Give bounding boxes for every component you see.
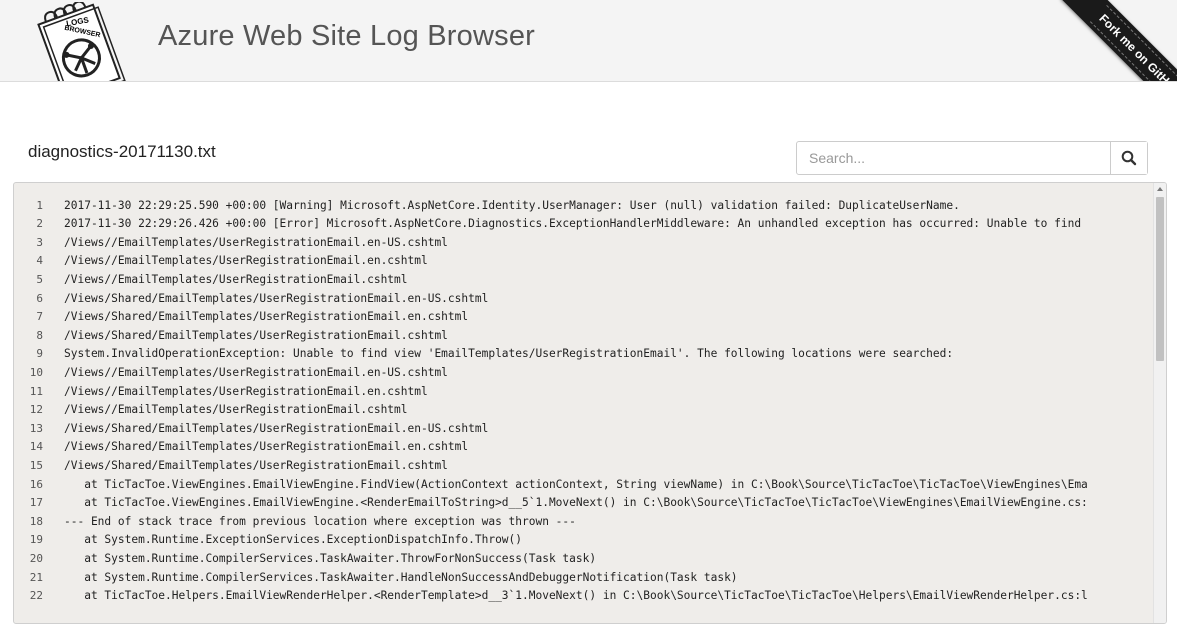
line-number: 11 xyxy=(29,384,43,398)
log-line: at System.Runtime.CompilerServices.TaskA… xyxy=(64,551,597,565)
github-ribbon: Fork me on GitHub xyxy=(1047,0,1177,81)
line-number: 7 xyxy=(36,310,43,324)
log-line: /Views//EmailTemplates/UserRegistrationE… xyxy=(64,272,408,286)
scrollbar-thumb[interactable] xyxy=(1156,197,1164,361)
line-number: 14 xyxy=(29,440,43,454)
log-line: 2017-11-30 22:29:26.426 +00:00 [Error] M… xyxy=(64,217,1082,231)
logs-browser-logo[interactable]: LOGS BROWSER xyxy=(26,2,134,82)
log-line: /Views/Shared/EmailTemplates/UserRegistr… xyxy=(64,421,489,435)
log-line: at TicTacToe.ViewEngines.EmailViewEngine… xyxy=(64,477,1088,491)
line-number: 4 xyxy=(36,254,43,268)
log-viewer[interactable]: 1 2 3 4 5 6 7 8 9 10 11 12 13 14 15 16 17 18 19 20 21 22 2017… xyxy=(13,182,1167,624)
log-line: /Views/Shared/EmailTemplates/UserRegistr… xyxy=(64,291,489,305)
search-group xyxy=(796,141,1148,175)
line-number: 18 xyxy=(29,514,43,528)
app-title: Azure Web Site Log Browser xyxy=(158,20,536,52)
fork-on-github-link[interactable]: Fork me on GitHub xyxy=(1060,0,1177,81)
log-line: System.InvalidOperationException: Unable… xyxy=(64,347,954,361)
log-line: /Views//EmailTemplates/UserRegistrationE… xyxy=(64,254,428,268)
line-number: 5 xyxy=(36,272,43,286)
log-line: /Views/Shared/EmailTemplates/UserRegistr… xyxy=(64,440,469,454)
fork-ribbon-label: Fork me on GitHub xyxy=(1089,4,1177,81)
log-line: --- End of stack trace from previous loc… xyxy=(64,514,576,528)
line-number: 10 xyxy=(29,365,43,379)
log-line: at System.Runtime.ExceptionServices.Exce… xyxy=(64,533,523,547)
log-line: /Views//EmailTemplates/UserRegistrationE… xyxy=(64,365,448,379)
line-number: 1 xyxy=(36,198,43,212)
log-line: /Views//EmailTemplates/UserRegistrationE… xyxy=(64,235,448,249)
log-line: at System.Runtime.CompilerServices.TaskA… xyxy=(64,570,738,584)
line-number: 6 xyxy=(36,291,43,305)
log-line: /Views/Shared/EmailTemplates/UserRegistr… xyxy=(64,458,448,472)
search-button[interactable] xyxy=(1110,142,1147,174)
line-number: 12 xyxy=(29,403,43,417)
log-file-name: diagnostics-20171130.txt xyxy=(28,142,216,161)
line-number: 15 xyxy=(29,458,43,472)
line-number: 17 xyxy=(29,496,43,510)
line-number: 3 xyxy=(36,235,43,249)
log-line: /Views/Shared/EmailTemplates/UserRegistr… xyxy=(64,310,469,324)
line-number: 13 xyxy=(29,421,43,435)
scroll-up-arrow-icon[interactable] xyxy=(1154,183,1166,195)
log-line: at TicTacToe.ViewEngines.EmailViewEngine… xyxy=(64,496,1088,510)
vertical-scrollbar[interactable] xyxy=(1153,183,1166,623)
line-number: 22 xyxy=(29,589,43,603)
search-input[interactable] xyxy=(797,142,1110,174)
line-number: 8 xyxy=(36,328,43,342)
line-number: 19 xyxy=(29,533,43,547)
log-line: /Views//EmailTemplates/UserRegistrationE… xyxy=(64,384,428,398)
log-line: at TicTacToe.Helpers.EmailViewRenderHelp… xyxy=(64,589,1088,603)
log-line: /Views/Shared/EmailTemplates/UserRegistr… xyxy=(64,328,448,342)
log-line: 2017-11-30 22:29:25.590 +00:00 [Warning]… xyxy=(64,198,960,212)
search-icon xyxy=(1121,150,1137,165)
line-number-gutter: 1 2 3 4 5 6 7 8 9 10 11 12 13 14 15 16 17 18 19 20 21 22 xyxy=(14,183,50,623)
line-number: 2 xyxy=(36,217,43,231)
line-number: 16 xyxy=(29,477,43,491)
log-line: /Views//EmailTemplates/UserRegistrationE… xyxy=(64,403,408,417)
app-header: LOGS BROWSER Azure Web Site Log Browser … xyxy=(0,0,1177,82)
line-number: 21 xyxy=(29,570,43,584)
line-number: 20 xyxy=(29,551,43,565)
line-number: 9 xyxy=(36,347,43,361)
